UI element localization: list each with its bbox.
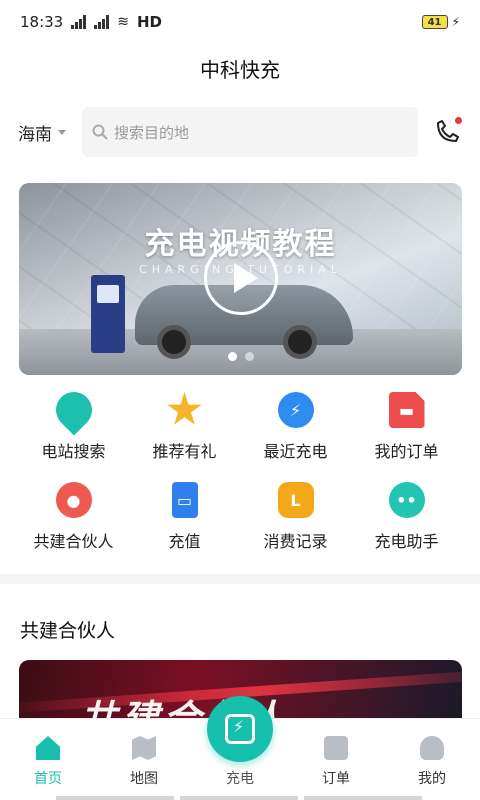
- search-placeholder: 搜索目的地: [114, 123, 190, 142]
- menu-my-orders[interactable]: ▬ 我的订单: [351, 392, 462, 462]
- region-selector[interactable]: 海南: [18, 120, 82, 145]
- search-icon: [92, 124, 108, 140]
- home-icon: [36, 736, 60, 760]
- carousel-indicator: [19, 352, 462, 361]
- play-icon[interactable]: [204, 241, 278, 315]
- location-bolt-icon: [48, 384, 99, 436]
- carousel-dot[interactable]: [227, 352, 237, 361]
- menu-partner[interactable]: ● 共建合伙人: [18, 482, 129, 552]
- tab-home[interactable]: 首页: [8, 736, 88, 788]
- scan-bolt-icon: [225, 714, 255, 744]
- wifi-icon: ≋: [117, 14, 129, 30]
- tab-orders[interactable]: 订单: [296, 736, 376, 788]
- consumption-record-icon: L: [277, 482, 314, 518]
- map-icon: [132, 736, 156, 760]
- tab-charge[interactable]: 充电: [200, 696, 280, 788]
- menu-referral[interactable]: 推荐有礼: [129, 392, 240, 462]
- section-title: 共建合伙人: [20, 620, 116, 642]
- order-doc-icon: ▬: [388, 392, 425, 428]
- status-bar: 18:33 ≋ HD 41 ⚡: [0, 0, 480, 44]
- scan-charge-button[interactable]: [207, 696, 273, 762]
- menu-recent-charge[interactable]: ⚡ 最近充电: [240, 392, 351, 462]
- order-icon: [324, 736, 348, 760]
- status-time: 18:33: [20, 13, 64, 31]
- tab-map[interactable]: 地图: [104, 736, 184, 788]
- recent-charge-icon: ⚡: [277, 392, 314, 428]
- menu-recharge[interactable]: ▭ 充值: [129, 482, 240, 552]
- chevron-down-icon: [58, 129, 66, 135]
- search-input[interactable]: 搜索目的地: [82, 107, 418, 157]
- quick-menu: 电站搜索 推荐有礼 ⚡ 最近充电 ▬ 我的订单 ● 共建合伙人 ▭ 充值 L 消…: [18, 384, 462, 552]
- signal-icon-2: [94, 15, 110, 29]
- carousel-dot[interactable]: [244, 352, 254, 361]
- section-divider: [0, 574, 480, 584]
- notification-dot: [455, 117, 462, 124]
- charging-station-image: [91, 275, 125, 353]
- star-icon: [167, 392, 202, 425]
- signal-icon: [71, 15, 87, 29]
- battery-icon: 41: [421, 15, 448, 29]
- partner-user-icon: ●: [55, 482, 92, 518]
- customer-service-button[interactable]: [432, 117, 462, 147]
- system-nav-bar: [56, 796, 422, 800]
- menu-charge-assistant[interactable]: •• 充电助手: [351, 482, 462, 552]
- region-label: 海南: [18, 124, 52, 145]
- video-tutorial-banner[interactable]: 充电视频教程 CHARGING TUTORIAL: [19, 183, 462, 375]
- user-icon: [420, 736, 444, 760]
- menu-station-search[interactable]: 电站搜索: [18, 384, 129, 462]
- tab-me[interactable]: 我的: [392, 736, 472, 788]
- recharge-card-icon: ▭: [171, 482, 198, 518]
- search-row: 海南 搜索目的地: [0, 106, 480, 158]
- assistant-chat-icon: ••: [388, 482, 425, 518]
- tab-bar: 首页 地图 充电 订单 我的: [0, 696, 480, 800]
- menu-consumption-record[interactable]: L 消费记录: [240, 482, 351, 552]
- charging-icon: ⚡: [451, 15, 460, 29]
- page-title: 中科快充: [200, 57, 280, 82]
- network-label: HD: [136, 13, 162, 31]
